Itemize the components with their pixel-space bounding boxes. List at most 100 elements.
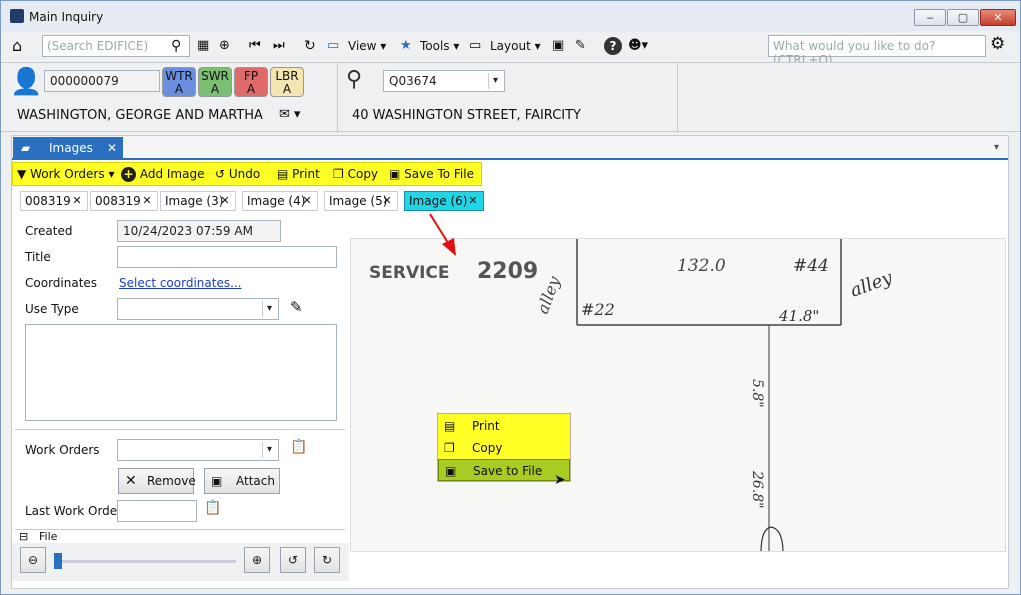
person-icon: 👤: [10, 67, 43, 97]
copy-button[interactable]: ❐ Copy: [333, 163, 378, 185]
work-orders-select[interactable]: ▾: [117, 439, 279, 461]
assistant-icon[interactable]: ☻▾: [628, 37, 648, 55]
account-field[interactable]: 000000079: [44, 70, 160, 92]
header-divider: [337, 63, 338, 133]
first-record-icon[interactable]: ⏮: [249, 37, 261, 55]
close-tab-icon[interactable]: ✕: [467, 195, 479, 207]
add-image-button[interactable]: + Add Image: [121, 163, 204, 185]
print-button[interactable]: ▤ Print: [277, 163, 320, 185]
status-badge[interactable]: LBR A: [270, 67, 304, 97]
document-tab[interactable]: 008319 ✕: [90, 191, 158, 211]
clipboard-icon[interactable]: 📋: [290, 439, 307, 455]
notes-textarea[interactable]: [25, 324, 337, 421]
view-menu[interactable]: View ▾: [348, 37, 386, 55]
close-tab-icon[interactable]: ✕: [141, 195, 153, 207]
tab-images-label: Images: [49, 141, 93, 155]
mail-icon[interactable]: ✉ ▾: [279, 107, 301, 122]
search-input[interactable]: (Search EDIFICE): [42, 35, 190, 57]
zoom-slider-thumb[interactable]: [54, 553, 62, 569]
scanned-drawing: SERVICE 2209 132.0 #44 alley alley #22 4…: [351, 239, 1005, 551]
last-work-order-field[interactable]: [117, 500, 197, 522]
what-do-input[interactable]: What would you like to do? (CTRL+Q): [768, 35, 986, 67]
location-select[interactable]: Q03674 ▾: [383, 70, 505, 92]
tools-icon[interactable]: ★: [400, 37, 412, 55]
close-tab-icon[interactable]: ✕: [381, 195, 393, 207]
tools-menu[interactable]: Tools ▾: [420, 37, 459, 55]
add-icon: +: [121, 167, 136, 182]
undo-label: Undo: [228, 167, 261, 181]
minimize-button[interactable]: ‒: [914, 9, 946, 26]
document-tab[interactable]: Image (4) ✕: [242, 191, 318, 211]
context-save-to-file-item[interactable]: ▣ Save to File: [438, 459, 570, 481]
help-icon[interactable]: ?: [604, 37, 622, 55]
dim-132-text: 132.0: [677, 256, 726, 276]
document-tab[interactable]: 008319 ✕: [20, 191, 88, 211]
document-tab-label: Image (5): [329, 194, 388, 208]
document-tab[interactable]: Image (6) ✕: [404, 191, 484, 211]
home-icon[interactable]: ⌂: [12, 37, 22, 55]
chevron-down-icon: ▾: [262, 442, 276, 458]
undo-icon: ↺: [215, 167, 226, 181]
select-coordinates-link[interactable]: Select coordinates...: [119, 276, 242, 290]
save-to-file-button[interactable]: ▣ Save To File: [389, 163, 474, 185]
zoom-out-button[interactable]: ⊖: [20, 547, 46, 573]
tab-images[interactable]: ▰ Images ✕: [13, 137, 123, 159]
layout-menu[interactable]: Layout ▾: [490, 37, 541, 55]
context-menu: ▤ Print ❐ Copy ▣ Save to File: [437, 413, 571, 482]
refresh-icon[interactable]: ↻: [304, 37, 316, 55]
status-badge[interactable]: WTR A: [162, 67, 196, 97]
rotate-right-button[interactable]: ↻: [314, 547, 340, 573]
last-record-icon[interactable]: ⏭: [273, 37, 285, 55]
document-tab[interactable]: Image (5) ✕: [324, 191, 398, 211]
undo-button[interactable]: ↺ Undo: [215, 163, 260, 185]
document-tab-label: Image (4): [247, 194, 306, 208]
remove-button[interactable]: ✕ Remove: [118, 468, 196, 494]
status-badge[interactable]: SWR A: [198, 67, 232, 97]
erase-icon[interactable]: ✎: [575, 37, 586, 55]
close-tab-icon[interactable]: ✕: [301, 195, 313, 207]
lot-44-text: #44: [793, 256, 829, 276]
zoom-slider-track[interactable]: [54, 560, 236, 563]
print-label: Print: [292, 167, 320, 181]
zoom-icon[interactable]: ⊕: [219, 37, 230, 55]
maximize-button[interactable]: ▢: [947, 9, 979, 26]
close-tab-icon[interactable]: ✕: [219, 195, 231, 207]
file-section-header[interactable]: ⊟ File: [15, 529, 345, 543]
close-button[interactable]: ✕: [980, 9, 1016, 26]
save-icon[interactable]: ▣: [552, 37, 564, 55]
context-print-item[interactable]: ▤ Print: [438, 415, 570, 437]
view-icon[interactable]: ▭: [327, 37, 339, 55]
close-tab-icon[interactable]: ✕: [107, 137, 117, 159]
context-copy-item[interactable]: ❐ Copy: [438, 437, 570, 459]
header-divider-2: [677, 63, 678, 133]
title-field[interactable]: [117, 246, 337, 268]
zoom-in-button[interactable]: ⊕: [244, 547, 270, 573]
collapse-icon: ⊟: [19, 530, 29, 543]
window-title: Main Inquiry: [29, 10, 104, 24]
chevron-down-icon: ▾: [488, 73, 502, 89]
status-badge[interactable]: FP A: [234, 67, 268, 97]
file-label: File: [39, 530, 58, 543]
search-icon[interactable]: ⚲: [171, 37, 181, 55]
last-work-order-label: Last Work Order: [25, 504, 123, 518]
close-tab-icon[interactable]: ✕: [71, 195, 83, 207]
document-tab-label: 008319: [95, 194, 141, 208]
use-type-select[interactable]: ▾: [117, 298, 279, 320]
document-tab[interactable]: Image (3) ✕: [160, 191, 236, 211]
edit-pencil-icon[interactable]: ✎: [290, 298, 303, 316]
dim-418-text: 41.8": [778, 307, 819, 325]
work-orders-menu[interactable]: ▼ Work Orders ▾: [17, 163, 114, 185]
rotate-left-button[interactable]: ↺: [280, 547, 306, 573]
clipboard-icon-2[interactable]: 📋: [204, 500, 221, 516]
calculator-icon[interactable]: ▦: [197, 37, 209, 55]
copy-icon: ❐: [444, 441, 455, 455]
panel-menu-icon[interactable]: ▾: [994, 142, 999, 153]
settings-icon[interactable]: ⚙: [990, 35, 1005, 53]
layout-icon[interactable]: ▭: [469, 37, 481, 55]
add-image-label: Add Image: [139, 167, 205, 181]
context-print-label: Print: [472, 419, 500, 433]
image-viewer[interactable]: SERVICE 2209 132.0 #44 alley alley #22 4…: [350, 238, 1006, 552]
copy-icon: ❐: [333, 167, 344, 181]
attach-button[interactable]: ▣ Attach: [204, 468, 280, 494]
chevron-down-icon: ▾: [262, 301, 276, 317]
